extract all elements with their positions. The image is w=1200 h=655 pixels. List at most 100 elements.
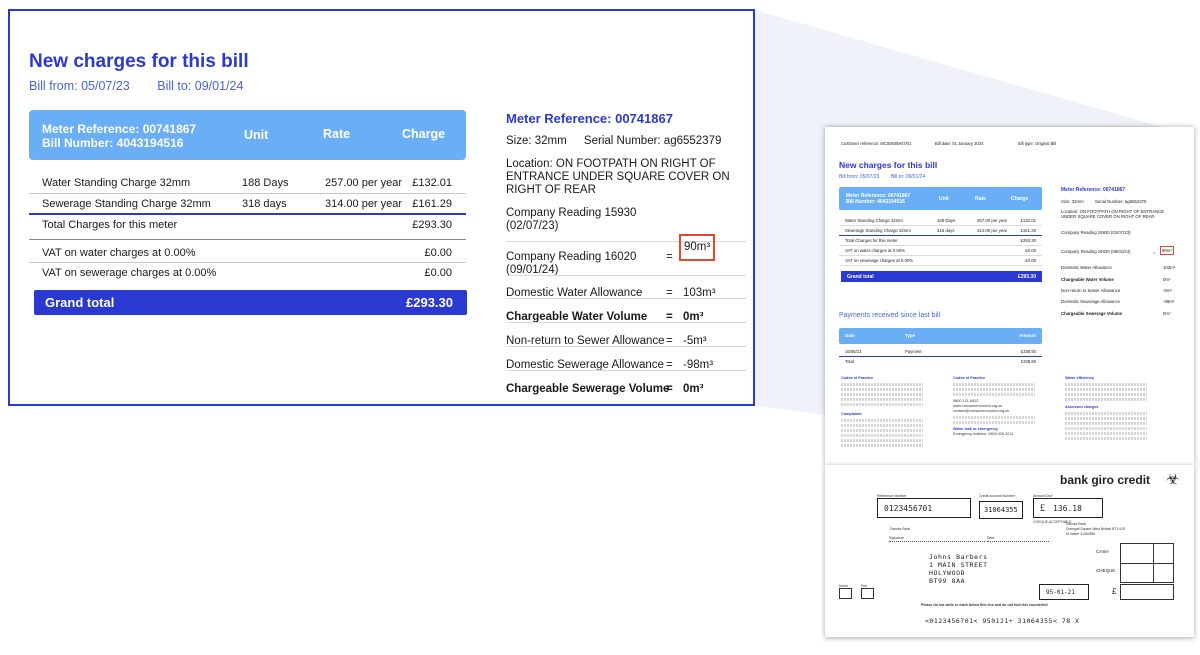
bill-to: Bill to: 09/01/24 [890,174,926,180]
row-label: Total Charges for this meter [845,238,898,243]
row-value: £161.29 [1020,228,1036,233]
row-value: £0.00 [424,247,452,259]
micr-line: <0123456701< 950121+ 31064355< 78 X [925,617,1080,625]
date-label: Date [987,536,995,540]
address-line: 1 MAIN STREET [929,561,988,569]
payment-amount: £338.50 [1020,349,1036,354]
pound-sign: £ [1040,502,1045,514]
table-row: Total Charges for this meter £293.30 [29,215,466,240]
meter-reference-heading: Meter Reference: 00741867 [506,111,673,126]
bank-account-name: NI Water 31064355 [1066,532,1096,536]
meter-location: Location: ON FOOTPATH ON RIGHT OF ENTRAN… [506,158,730,197]
bill-date: Bill date: 01 January 2024 [935,141,984,146]
info-heading: Water efficiency [1065,376,1094,380]
bill-table-header: Meter Reference: 00741867 Bill Number: 4… [839,187,1042,210]
date-line [987,541,1049,542]
date-stamp-box: 95-01-21 [1039,584,1089,600]
info-email: contact@consumercouncil.org.uk [953,409,1010,413]
address-line: Johns Barbers [929,553,988,561]
zoomed-charges-panel: New charges for this bill Bill from: 05/… [8,9,755,406]
payments-rows: 16/08/23 Payment £338.50 Total £338.50 [839,347,1042,367]
row-unit: 318 days [937,228,955,233]
meter-size-serial: Size: 32mm Serial Number: ag6552379 [506,135,721,148]
total-box [1120,584,1174,600]
notes-box [839,588,852,599]
reference-number-box: 0123456701 [877,498,971,518]
bill-to: Bill to: 09/01/24 [157,79,244,93]
row-unit: 188 Days [242,177,289,189]
column-rate: Rate [323,127,351,141]
info-column-3: Water efficiency Assessed charges [1065,376,1147,440]
row-rate: 257.00 per year [977,218,1008,223]
signature-line [889,541,985,542]
pound-sign: £ [1112,587,1117,596]
column-rate: Rate [975,196,986,202]
reading-2: Company Reading 16020 (09/01/24) = 90m³ [506,234,746,276]
charges-title: New charges for this bill [29,51,249,72]
info-column-2: Codes of Practice 0800 121 6022 www.cons… [953,376,1035,437]
credit-account-label: Credit account Number [979,494,1015,498]
table-row: VAT on sewerage charges at 0.00% £0.00 [839,256,1042,266]
grand-total-value: £293.30 [406,295,453,310]
bill-charge-rows: Water Standing Charge 32mm 188 Days 257.00… [839,216,1042,266]
row-label: VAT on sewerage charges at 0.00% [42,267,217,279]
counterfoil-notice: Please do not write or mark below this l… [921,603,1048,607]
bank-address: Donegall Square West Belfast BT1 6JS [1066,527,1126,531]
row-value: £293.30 [412,219,452,231]
row-value: £0.00 [1025,258,1036,263]
column-charge: Charge [402,127,446,141]
payment-date: 16/08/23 [845,349,862,354]
bill-from: Bill from: 05/07/23 [29,79,130,93]
column-date: Date [845,333,855,338]
location-line: RIGHT OF REAR [506,184,596,196]
reading-1: Company Reading 15930 (02/07/23) [506,207,636,233]
meter-item-value: 0m³ [1163,311,1171,316]
info-column-1: Codes of Practice Complaints [841,376,923,447]
payer-address: Johns Barbers 1 MAIN STREET HOLYWOOD BT9… [929,553,988,585]
meter-serial: Serial Number: ag6552379 [1095,199,1147,204]
header-meter-ref: Meter Reference: 00741867 Bill Number: 4… [42,122,196,150]
meter-item-label: Domestic Water Allowance [1061,265,1112,270]
row-label: Water Standing Charge 32mm [42,177,191,189]
cash-label: CASH [1096,549,1109,554]
equals-sign: = [1153,250,1156,255]
location-line: Location: ON FOOTPATH ON RIGHT OF [506,158,716,170]
meter-item-label: Non-return to Sewer Allowance [1061,288,1121,293]
bill-number: Bill Number: 4043194516 [42,136,184,150]
row-value: £293.30 [1020,238,1036,243]
meter-item: Domestic Sewerage Allowance = -98m³ [506,346,746,371]
bank-giro-slip: bank giro credit ☣ Reference Number 0123… [825,465,1194,637]
row-value: £0.00 [424,267,452,279]
row-value: £132.01 [1020,218,1036,223]
highlighted-reading-value: 90m³ [1160,246,1174,255]
bank-name: Danske Bank [890,527,911,531]
bank-logo-icon: ☣ [1166,470,1180,488]
amount-due-box: £ 136.18 [1033,498,1103,518]
row-label: VAT on water charges at 0.00% [845,248,905,253]
row-rate: 314.00 per year [977,228,1008,233]
bill-charges-title: New charges for this bill [839,160,938,170]
meter-item-label: Chargeable Sewerage Volume [1061,311,1123,316]
row-unit: 188 Days [937,218,956,223]
bill-page-thumbnail: Customer reference: MC00645847/01 Bill d… [825,127,1194,465]
bill-grand-total: Grand total £293.30 [841,271,1042,282]
table-row: VAT on sewerage charges at 0.00% £0.00 [29,263,466,284]
meter-location: Location: ON FOOTPATH ON RIGHT OF ENTRAN… [1061,209,1165,219]
row-value: £0.00 [1025,248,1036,253]
location-line: ENTRANCE UNDER SQUARE COVER ON [506,171,730,183]
meter-item-value: 0m³ [683,383,704,395]
row-rate: 314.00 per year [325,198,403,210]
grand-total-value: £293.30 [1017,274,1036,280]
fee-box [861,588,874,599]
column-unit: Unit [939,196,949,202]
payment-type: Payment [905,349,922,354]
highlighted-reading-value: 90m³ [679,234,716,261]
info-heading: Codes of Practice [841,376,874,380]
equals-sign: = [666,383,673,395]
meter-reference: Meter Reference: 00741867 [42,122,197,136]
table-row: Total £338.50 [839,357,1042,367]
grand-total-bar: Grand total £293.30 [34,290,467,315]
payments-header: Date Type Amount [839,328,1042,344]
meter-item-label: Chargeable Water Volume [1061,277,1114,282]
table-row: Total Charges for this meter £293.30 [839,236,1042,246]
